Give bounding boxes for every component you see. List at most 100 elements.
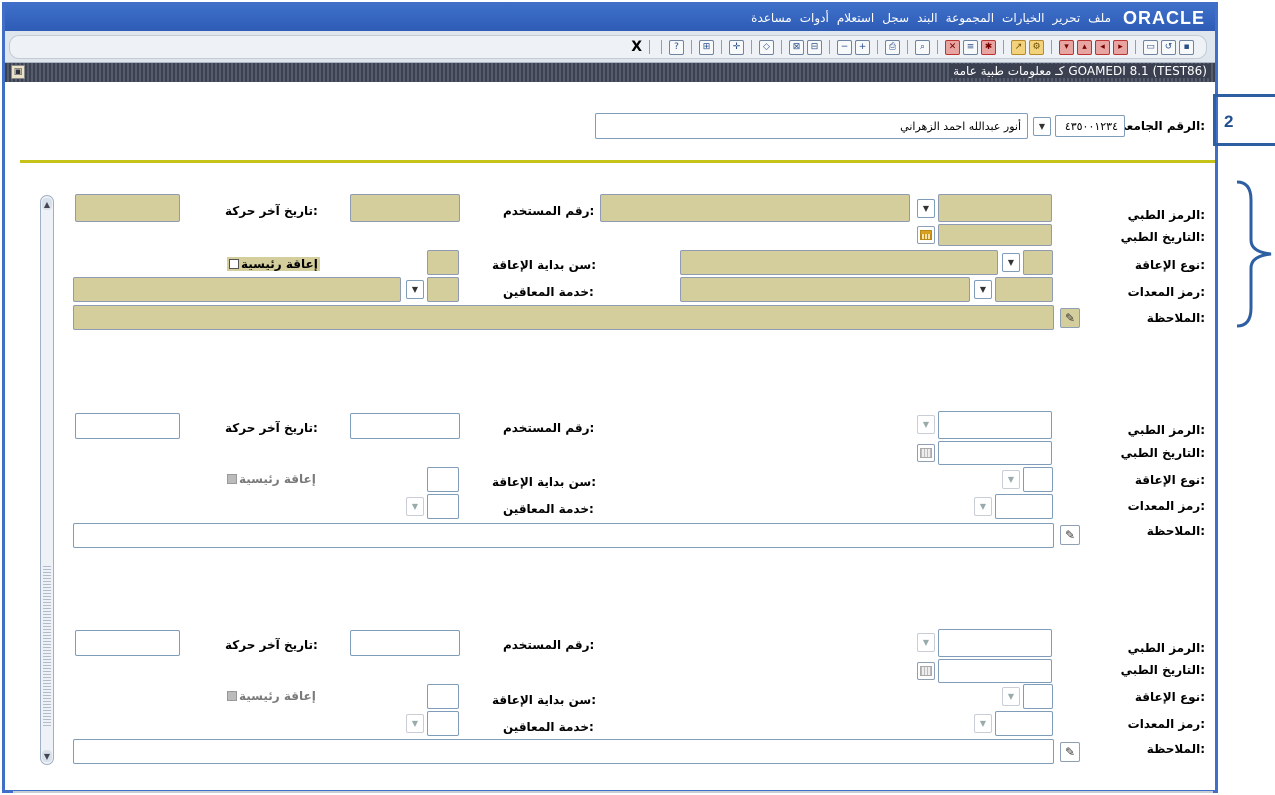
scroll-up-icon[interactable]: ▲	[42, 198, 52, 210]
medical-date-field[interactable]	[938, 659, 1052, 683]
menu-query[interactable]: استعلام	[837, 11, 874, 25]
onset-age-field[interactable]	[427, 684, 459, 709]
medical-code-dropdown[interactable]: ▼	[917, 415, 935, 434]
primary-disability-checkbox[interactable]: إعاقة رئيسية	[227, 257, 320, 271]
menu-options[interactable]: الخيارات	[1002, 11, 1044, 25]
help-icon[interactable]: ?	[669, 39, 684, 55]
equipment-code-dropdown[interactable]: ▼	[974, 714, 992, 733]
medical-code-field[interactable]	[938, 629, 1052, 657]
menu-tools[interactable]: أدوات	[800, 11, 829, 25]
scroll-down-icon[interactable]: ▼	[42, 750, 52, 762]
disability-type-dropdown[interactable]: ▼	[1002, 470, 1020, 489]
remove-record-icon[interactable]: ⊠	[789, 39, 804, 55]
search-icon[interactable]: ◇	[759, 39, 774, 55]
menu-record[interactable]: سجل	[882, 11, 909, 25]
previous-block-icon[interactable]: ▾	[1059, 39, 1074, 55]
edit-pencil-icon[interactable]: ✎	[1060, 742, 1080, 762]
toolbar-separator	[691, 40, 692, 54]
disability-type-dropdown[interactable]: ▼	[1002, 253, 1020, 272]
equipment-code-dropdown[interactable]: ▼	[974, 497, 992, 516]
calendar-icon[interactable]	[917, 662, 935, 680]
user-id-label: رقم المستخدم:	[503, 204, 595, 218]
disability-type-field[interactable]	[1023, 250, 1053, 275]
menu-edit[interactable]: تحرير	[1053, 11, 1081, 25]
annotation-number: 2	[1224, 112, 1234, 131]
primary-disability-checkbox[interactable]: إعاقة رئيسية	[227, 472, 316, 486]
delete-record-icon[interactable]: −	[837, 39, 852, 55]
execute-query-icon[interactable]: ✕	[945, 39, 960, 55]
edit-pencil-icon[interactable]: ✎	[1060, 308, 1080, 328]
clear-form-icon[interactable]: ⊟	[807, 39, 822, 55]
enter-query-icon[interactable]: ⌕	[915, 39, 930, 55]
options-icon[interactable]: ⚙	[1029, 39, 1044, 55]
equipment-code-field[interactable]	[995, 711, 1053, 736]
disabled-service-dropdown[interactable]: ▼	[406, 280, 424, 299]
equipment-code-field[interactable]	[995, 277, 1053, 302]
toolbar-separator	[1003, 40, 1004, 54]
disabled-service-field[interactable]	[427, 711, 459, 736]
onset-age-field[interactable]	[427, 467, 459, 492]
medical-date-field[interactable]	[938, 441, 1052, 465]
menu-help[interactable]: مساعدة	[751, 11, 792, 25]
disabled-service-dropdown[interactable]: ▼	[406, 714, 424, 733]
menu-item[interactable]: البند	[917, 11, 938, 25]
toolbar-separator	[937, 40, 938, 54]
student-id-dropdown[interactable]: ▼	[1033, 117, 1051, 136]
menu-file[interactable]: ملف	[1088, 11, 1111, 25]
equipment-code-field[interactable]	[995, 494, 1053, 519]
disabled-service-dropdown[interactable]: ▼	[406, 497, 424, 516]
toolbar: ▪ ↺ ▭ ▸ ◂ ▴ ▾ ⚙ ↗ ✱ ≡ ✕ ⌕ ⎙ + − ⊟ ⊠ ◇ ✛ …	[5, 31, 1215, 63]
select-icon[interactable]: ✱	[981, 39, 996, 55]
user-id-field	[350, 630, 460, 656]
scroll-grip[interactable]	[43, 566, 51, 726]
toolbar-separator	[829, 40, 830, 54]
insert-record-icon[interactable]: +	[855, 39, 870, 55]
checkbox-box[interactable]	[227, 474, 237, 484]
disabled-service-field[interactable]	[427, 494, 459, 519]
user-id-field	[350, 413, 460, 439]
lock-icon[interactable]: ⊞	[699, 39, 714, 55]
medical-code-field[interactable]	[938, 194, 1052, 222]
print-preview-icon[interactable]: ▭	[1143, 39, 1158, 55]
note-field[interactable]	[73, 305, 1054, 330]
next-record-icon[interactable]: ▸	[1113, 39, 1128, 55]
primary-disability-checkbox[interactable]: إعاقة رئيسية	[227, 689, 316, 703]
oracle-logo: ORACLE	[1123, 7, 1205, 28]
menu-block[interactable]: المجموعة	[946, 11, 994, 25]
exit-button[interactable]: X	[631, 39, 642, 55]
record-scrollbar[interactable]: ▲ ▼	[40, 195, 54, 765]
equipment-code-dropdown[interactable]: ▼	[974, 280, 992, 299]
medical-code-field[interactable]	[938, 411, 1052, 439]
student-id-field[interactable]: ٤٣٥٠٠١٢٣٤	[1055, 115, 1125, 137]
rollback-icon[interactable]: ↺	[1161, 39, 1176, 55]
calendar-icon[interactable]	[917, 226, 935, 244]
disability-type-field[interactable]	[1023, 467, 1053, 492]
toolbar-separator	[877, 40, 878, 54]
form-titlebar: ▣ كـ معلومات طبية عامة GOAMEDI 8.1 (TEST…	[5, 63, 1215, 82]
calendar-icon[interactable]	[917, 444, 935, 462]
print-icon[interactable]: ⎙	[885, 39, 900, 55]
next-block-icon[interactable]: ▴	[1077, 39, 1092, 55]
save-icon[interactable]: ▪	[1179, 39, 1194, 55]
checkbox-box[interactable]	[229, 259, 239, 269]
list-values-icon[interactable]: ≡	[963, 39, 978, 55]
medical-code-dropdown[interactable]: ▼	[917, 633, 935, 652]
previous-record-icon[interactable]: ◂	[1095, 39, 1110, 55]
user-id-label: رقم المستخدم:	[503, 638, 595, 652]
checkbox-box[interactable]	[227, 691, 237, 701]
disability-type-dropdown[interactable]: ▼	[1002, 687, 1020, 706]
note-field[interactable]	[73, 523, 1054, 548]
help-arrow-icon[interactable]: ↗	[1011, 39, 1026, 55]
medical-date-field[interactable]	[938, 224, 1052, 246]
disabled-service-field[interactable]	[427, 277, 459, 302]
disability-type-field[interactable]	[1023, 684, 1053, 709]
edit-pencil-icon[interactable]: ✎	[1060, 525, 1080, 545]
medical-code-dropdown[interactable]: ▼	[917, 199, 935, 218]
pin-icon[interactable]: ✛	[729, 39, 744, 55]
onset-age-field[interactable]	[427, 250, 459, 275]
user-id-field	[600, 194, 910, 222]
note-field[interactable]	[73, 739, 1054, 764]
toolbar-separator	[781, 40, 782, 54]
medical-date-label: التاريخ الطبي:	[1120, 446, 1205, 460]
onset-age-label: سن بداية الإعاقة:	[492, 693, 596, 707]
